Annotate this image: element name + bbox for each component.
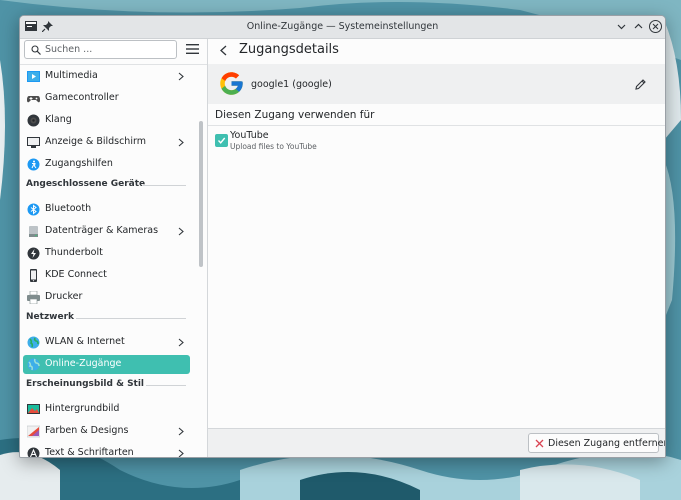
hamburger-menu-icon[interactable]	[186, 43, 199, 55]
remove-account-button[interactable]: Diesen Zugang entfernen	[528, 433, 665, 453]
chevron-right-icon	[178, 427, 184, 436]
maximize-button[interactable]	[632, 20, 645, 33]
monitor-icon	[27, 137, 40, 148]
footer-bar: Diesen Zugang entfernen	[208, 428, 665, 457]
sidebar-item-gamecontroller[interactable]: Gamecontroller	[23, 89, 190, 108]
section-header-network: Netzwerk	[26, 312, 186, 322]
sidebar-item-label: Zugangshilfen	[45, 158, 113, 169]
chevron-right-icon	[178, 338, 184, 347]
sidebar-item-kdeconnect[interactable]: KDE Connect	[23, 266, 190, 285]
service-item-youtube[interactable]: YouTube Upload files to YouTube	[215, 130, 515, 154]
sidebar-item-anzeige[interactable]: Anzeige & Bildschirm	[23, 133, 190, 152]
sidebar-item-label: Datenträger & Kameras	[45, 225, 159, 236]
online-accounts-icon	[27, 358, 40, 371]
sidebar-item-label: Gamecontroller	[45, 92, 119, 103]
google-icon	[220, 72, 243, 95]
section-divider	[208, 125, 665, 126]
account-name: google1 (google)	[251, 79, 332, 90]
section-header-devices: Angeschlossene Geräte	[26, 179, 186, 189]
page-title: Zugangsdetails	[239, 42, 339, 57]
sidebar-item-wlan[interactable]: WLAN & Internet	[23, 333, 190, 352]
page-header: Zugangsdetails	[208, 39, 665, 65]
sidebar-item-hintergrundbild[interactable]: Hintergrundbild	[23, 400, 190, 419]
service-name: YouTube	[230, 130, 269, 141]
edit-pencil-icon[interactable]	[635, 79, 646, 90]
sidebar-item-label: Farben & Designs	[45, 425, 129, 436]
section-header-label: Erscheinungsbild & Stil	[26, 379, 145, 389]
sidebar-item-label: Thunderbolt	[45, 247, 103, 258]
sidebar-item-label: KDE Connect	[45, 269, 107, 280]
chevron-right-icon	[178, 449, 184, 457]
globe-icon	[27, 336, 40, 349]
sidebar-item-label: Klang	[45, 114, 72, 125]
sidebar: Multimedia Gamecontroller	[20, 39, 208, 457]
sidebar-item-label: Online-Zugänge	[45, 358, 122, 369]
section-header-label: Netzwerk	[26, 312, 75, 322]
chevron-right-icon	[178, 227, 184, 236]
speaker-icon	[27, 114, 40, 127]
minimize-button[interactable]	[615, 20, 628, 33]
sidebar-item-zugangshilfen[interactable]: Zugangshilfen	[23, 155, 190, 174]
phone-icon	[30, 269, 37, 282]
sidebar-item-online-zugaenge[interactable]: Online-Zugänge	[23, 355, 190, 374]
sidebar-item-label: Multimedia	[45, 70, 98, 81]
bluetooth-icon	[27, 203, 40, 216]
accessibility-icon	[27, 158, 40, 171]
remove-account-label: Diesen Zugang entfernen	[548, 438, 666, 449]
chevron-right-icon	[178, 138, 184, 147]
back-arrow-icon[interactable]	[219, 45, 228, 56]
search-box[interactable]	[24, 40, 177, 59]
service-checkbox[interactable]	[215, 134, 228, 147]
scrollbar-thumb[interactable]	[199, 121, 203, 267]
sidebar-item-label: Hintergrundbild	[45, 403, 120, 414]
sidebar-item-klang[interactable]: Klang	[23, 111, 190, 130]
palette-icon	[27, 425, 40, 438]
sidebar-item-datentraeger[interactable]: Datenträger & Kameras	[23, 222, 190, 241]
sidebar-item-label: Anzeige & Bildschirm	[45, 136, 146, 147]
drive-icon	[29, 226, 38, 237]
printer-icon	[27, 291, 40, 304]
account-header: google1 (google)	[208, 64, 665, 104]
window-title: Online-Zugänge — Systemeinstellungen	[246, 21, 439, 32]
sidebar-toolbar	[20, 39, 207, 65]
search-input[interactable]	[45, 42, 170, 57]
section-header-appearance: Erscheinungsbild & Stil	[26, 379, 186, 389]
sidebar-item-schriftarten[interactable]: Text & Schriftarten	[23, 444, 190, 457]
settings-window: Online-Zugänge — Systemeinstellungen Suc…	[19, 15, 666, 458]
sidebar-item-label: Text & Schriftarten	[45, 447, 134, 457]
checkmark-icon	[217, 137, 226, 144]
sidebar-item-farben[interactable]: Farben & Designs	[23, 422, 190, 441]
section-divider	[142, 185, 186, 186]
sidebar-scrollbar[interactable]	[197, 65, 205, 455]
sidebar-item-multimedia[interactable]: Multimedia	[23, 67, 190, 86]
multimedia-icon	[27, 71, 40, 82]
gamepad-icon	[27, 96, 40, 103]
sidebar-item-bluetooth[interactable]: Bluetooth	[23, 200, 190, 219]
sidebar-item-thunderbolt[interactable]: Thunderbolt	[23, 244, 190, 263]
chevron-right-icon	[178, 72, 184, 81]
title-bar[interactable]: Online-Zugänge — Systemeinstellungen	[20, 16, 665, 39]
section-title: Diesen Zugang verwenden für	[215, 109, 375, 121]
font-icon	[27, 447, 40, 457]
sidebar-nav: Multimedia Gamecontroller Klang Anzeige …	[20, 65, 195, 457]
close-button[interactable]	[649, 20, 662, 33]
sidebar-item-label: Bluetooth	[45, 203, 92, 214]
service-description: Upload files to YouTube	[230, 142, 317, 151]
section-header-label: Angeschlossene Geräte	[26, 179, 146, 189]
sidebar-item-label: WLAN & Internet	[45, 336, 125, 347]
wallpaper-icon	[27, 404, 40, 414]
sidebar-item-label: Drucker	[45, 291, 83, 302]
remove-icon	[535, 439, 544, 448]
search-icon	[31, 45, 41, 55]
thunderbolt-icon	[27, 247, 40, 260]
sidebar-item-drucker[interactable]: Drucker	[23, 288, 190, 307]
main-panel: Zugangsdetails google1 (google) Diesen Z…	[208, 39, 665, 457]
section-divider	[146, 385, 186, 386]
section-divider	[76, 318, 186, 319]
